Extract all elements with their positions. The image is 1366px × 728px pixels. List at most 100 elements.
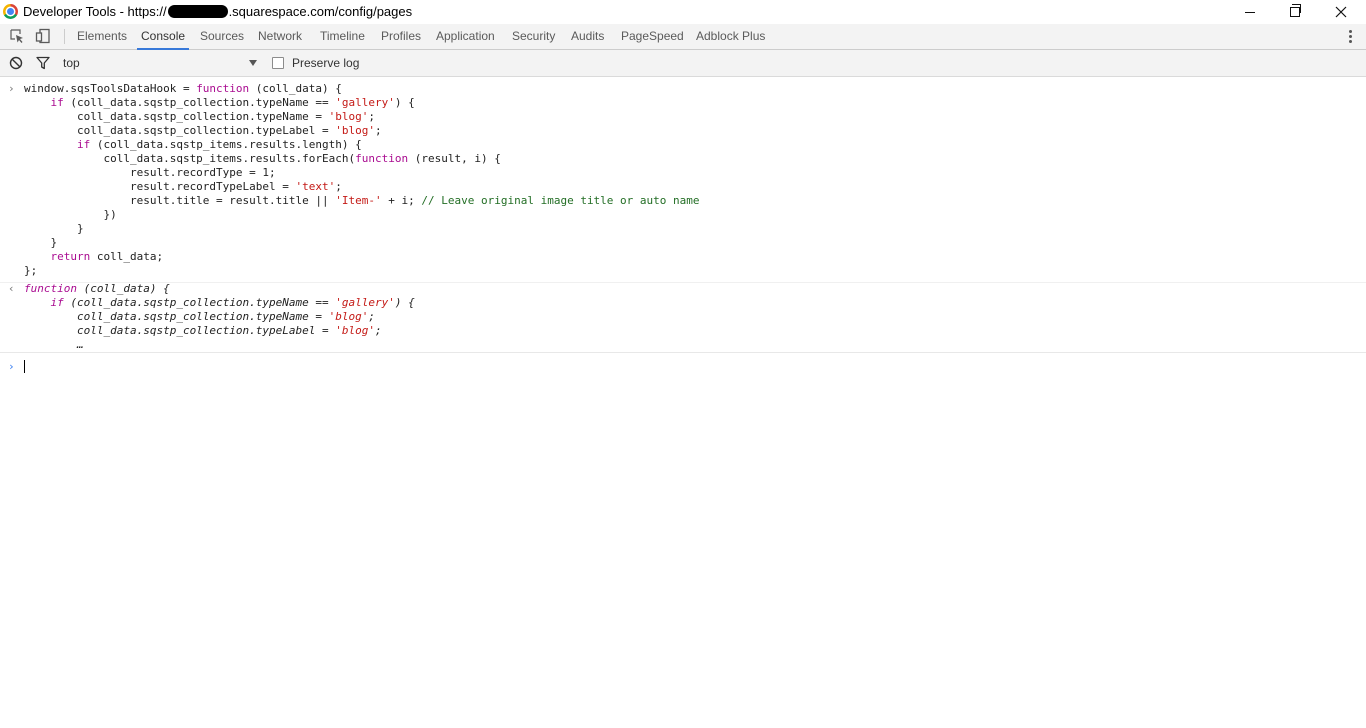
code-text: (coll_data.sqstp_collection.typeName == [63,96,336,109]
tab-pagespeed[interactable]: PageSpeed [621,24,684,49]
prompt-chevron-icon: › [8,360,15,373]
tab-profiles[interactable]: Profiles [381,24,421,49]
close-button[interactable] [1318,0,1364,24]
code-string: 'gallery' [335,96,395,109]
toolbar-divider [64,29,65,44]
context-value: top [63,56,80,70]
tab-console[interactable]: Console [136,24,190,50]
title-suffix: .squarespace.com/config/pages [228,4,413,19]
code-keyword: function [196,82,250,95]
code-string: 'Item-' [335,194,382,207]
code-text: … [24,338,84,351]
execution-context-select[interactable]: top [63,50,261,76]
code-line: if (coll_data.sqstp_items.results.length… [24,138,362,152]
code-line: coll_data.sqstp_collection.typeLabel = '… [24,324,382,338]
code-text: result.recordTypeLabel = [24,180,296,193]
device-toolbar-icon[interactable] [35,28,51,44]
code-comment: // Leave original image title or auto na… [421,194,700,207]
code-line: coll_data.sqstp_collection.typeLabel = '… [24,124,382,138]
code-line: function (coll_data) { [24,282,170,296]
preserve-log-label: Preserve log [292,56,360,70]
code-text: window.sqsToolsDataHook = [24,82,197,95]
code-string: 'gallery' [335,296,395,309]
minimize-icon [1245,11,1255,13]
code-text: } [24,222,84,235]
code-line: coll_data.sqstp_collection.typeName = 'b… [24,310,375,324]
code-text: coll_data.sqstp_collection.typeName = [24,310,329,323]
tab-adblock-plus[interactable]: Adblock Plus [696,24,765,49]
code-text: (coll_data.sqstp_collection.typeName == [63,296,336,309]
chevron-down-icon [249,60,257,66]
console-prompt[interactable]: › [0,358,1366,376]
chrome-logo-icon [3,4,18,19]
code-text: ; [375,124,382,137]
code-line: … [24,338,84,352]
code-text: coll_data; [90,250,164,263]
console-panel[interactable]: › window.sqsToolsDataHook = function (co… [0,77,1366,728]
restore-button[interactable] [1272,0,1318,24]
code-text: (coll_data.sqstp_items.results.length) { [90,138,362,151]
tab-application[interactable]: Application [436,24,495,49]
code-text: (coll_data) { [76,282,170,295]
preserve-log-checkbox[interactable] [272,57,284,69]
minimize-button[interactable] [1227,0,1273,24]
code-string: 'blog' [328,110,369,123]
code-text: ) { [394,296,415,309]
code-text: coll_data.sqstp_collection.typeLabel = [24,124,336,137]
code-text: result.recordType = 1; [24,166,276,179]
code-keyword: function [24,282,77,295]
code-string: 'blog' [328,310,369,323]
inspect-element-icon[interactable] [9,28,25,44]
result-prompt-icon: ‹ [8,282,15,295]
code-text: }) [24,208,117,221]
code-text: ) { [394,96,415,109]
code-line: result.recordType = 1; [24,166,276,180]
code-text: (result, i) { [408,152,501,165]
code-keyword: function [355,152,409,165]
code-text: coll_data.sqstp_items.results.forEach( [24,152,356,165]
redacted-domain [167,5,228,18]
tab-network[interactable]: Network [258,24,302,49]
text-cursor [24,360,25,373]
devtools-tabbar: Elements Console Sources Network Timelin… [0,24,1366,50]
title-prefix: Developer Tools - https:// [23,4,167,19]
code-line: } [24,222,84,236]
console-input-entry: › window.sqsToolsDataHook = function (co… [0,82,1366,283]
tab-sources[interactable]: Sources [200,24,244,49]
window-titlebar: Developer Tools - https:// .squarespace.c… [0,0,1366,24]
code-text: } [24,236,58,249]
code-line: result.recordTypeLabel = 'text'; [24,180,342,194]
code-line: } [24,236,57,250]
code-string: 'blog' [335,324,376,337]
code-line: if (coll_data.sqstp_collection.typeName … [24,96,415,110]
code-keyword: if [50,96,64,109]
code-string: 'text' [295,180,336,193]
code-text: + i; [381,194,422,207]
clear-console-icon[interactable] [9,56,23,70]
filter-icon[interactable] [36,56,50,70]
code-text: ; [368,110,376,123]
input-prompt-icon: › [8,82,15,95]
code-keyword: if [76,138,91,151]
code-text: }; [24,264,38,277]
tab-security[interactable]: Security [512,24,555,49]
code-text: ; [335,180,342,193]
code-text: (coll_data) { [249,82,342,95]
code-keyword: return [50,250,91,263]
code-text: coll_data.sqstp_collection.typeName = [24,110,329,123]
tab-timeline[interactable]: Timeline [320,24,365,49]
customize-menu-icon[interactable] [1344,28,1356,44]
code-line: coll_data.sqstp_collection.typeName = 'b… [24,110,375,124]
code-line: return coll_data; [24,250,164,264]
code-line: }; [24,264,37,278]
tab-elements[interactable]: Elements [77,24,127,49]
code-line: if (coll_data.sqstp_collection.typeName … [24,296,415,310]
console-toolbar: top Preserve log [0,50,1366,77]
tab-audits[interactable]: Audits [571,24,604,49]
preserve-log-toggle[interactable]: Preserve log [272,56,359,70]
code-text: ; [375,324,382,337]
code-text: result.title = result.title || [24,194,336,207]
